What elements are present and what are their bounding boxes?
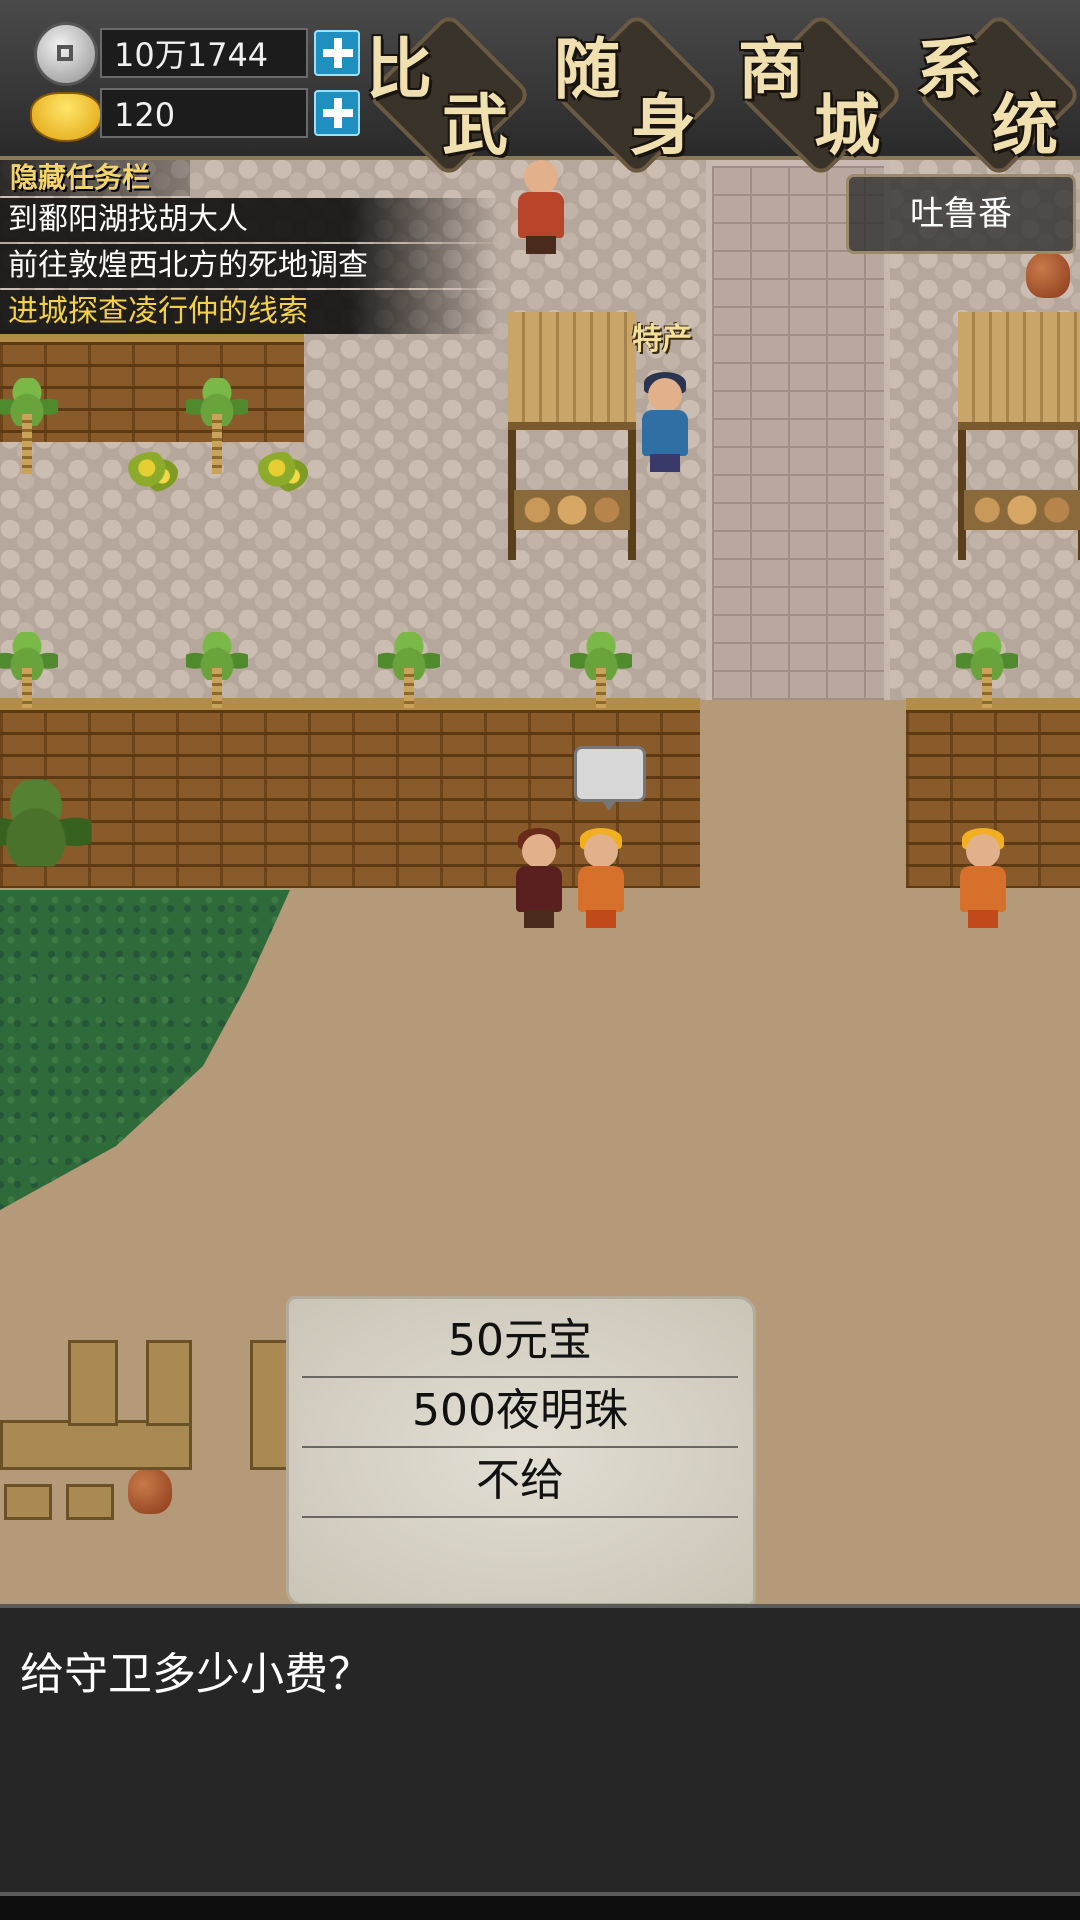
ruined-wall xyxy=(68,1340,118,1426)
choice-panel: 50元宝 500夜明珠 不给 xyxy=(286,1296,756,1606)
clay-jar[interactable] xyxy=(128,1468,172,1514)
shop-button[interactable]: 商 城 xyxy=(732,11,905,179)
market-stall[interactable] xyxy=(958,312,1080,562)
gold-amount: 120 xyxy=(100,88,308,138)
market-stall[interactable] xyxy=(508,312,636,562)
top-hud: 10万1744 120 比 武 随 身 商 城 系 统 xyxy=(0,0,1080,179)
choice-option-pearls[interactable]: 500夜明珠 xyxy=(302,1378,738,1448)
shop-label: 商 xyxy=(738,30,804,108)
quest-panel[interactable]: 隐藏任务栏 到鄱阳湖找胡大人 前往敦煌西北方的死地调查 进城探查凌行仲的线索 xyxy=(0,160,500,334)
system-label: 统 xyxy=(992,86,1058,164)
stall-sign: 特产 xyxy=(632,322,692,357)
choice-divider xyxy=(302,1518,738,1586)
inventory-button[interactable]: 随 身 xyxy=(548,11,721,179)
gold-ingot-icon xyxy=(30,88,102,142)
flower-bush xyxy=(126,452,178,492)
system-button[interactable]: 系 统 xyxy=(910,11,1080,179)
shop-label: 城 xyxy=(814,86,880,164)
location-badge: 吐鲁番 xyxy=(846,174,1076,254)
npc-guard[interactable] xyxy=(568,828,632,930)
inventory-label: 随 xyxy=(554,30,620,108)
player-character[interactable] xyxy=(506,828,570,930)
quest-item[interactable]: 到鄱阳湖找胡大人 xyxy=(0,198,500,242)
duel-label: 比 xyxy=(366,30,432,108)
ruined-wall xyxy=(146,1340,192,1426)
rubble xyxy=(4,1484,52,1520)
system-label: 系 xyxy=(916,30,982,108)
flower-bush xyxy=(256,452,308,492)
rubble xyxy=(66,1484,114,1520)
npc-elder[interactable] xyxy=(508,160,572,256)
quest-item[interactable]: 前往敦煌西北方的死地调查 xyxy=(0,244,500,288)
duel-button[interactable]: 比 武 xyxy=(360,11,533,179)
ruined-wall xyxy=(0,1420,192,1470)
npc-merchant[interactable] xyxy=(632,372,696,474)
add-gold-button[interactable] xyxy=(314,90,360,136)
dialog-box[interactable]: 给守卫多少小费？ xyxy=(0,1604,1080,1896)
quest-item-active[interactable]: 进城探查凌行仲的线索 xyxy=(0,290,500,334)
speech-bubble xyxy=(574,746,646,811)
silver-coin-icon xyxy=(30,22,98,86)
choice-option-refuse[interactable]: 不给 xyxy=(302,1448,738,1518)
npc-guard[interactable] xyxy=(950,828,1014,930)
silver-amount: 10万1744 xyxy=(100,28,308,78)
choice-option-yuanbao[interactable]: 50元宝 xyxy=(302,1308,738,1378)
bottom-bar xyxy=(0,1896,1080,1920)
clay-jar[interactable] xyxy=(1026,252,1070,298)
quest-panel-header[interactable]: 隐藏任务栏 xyxy=(0,160,190,196)
dialog-text: 给守卫多少小费？ xyxy=(20,1649,372,1700)
inventory-label: 身 xyxy=(630,86,696,164)
duel-label: 武 xyxy=(442,86,508,164)
add-silver-button[interactable] xyxy=(314,30,360,76)
